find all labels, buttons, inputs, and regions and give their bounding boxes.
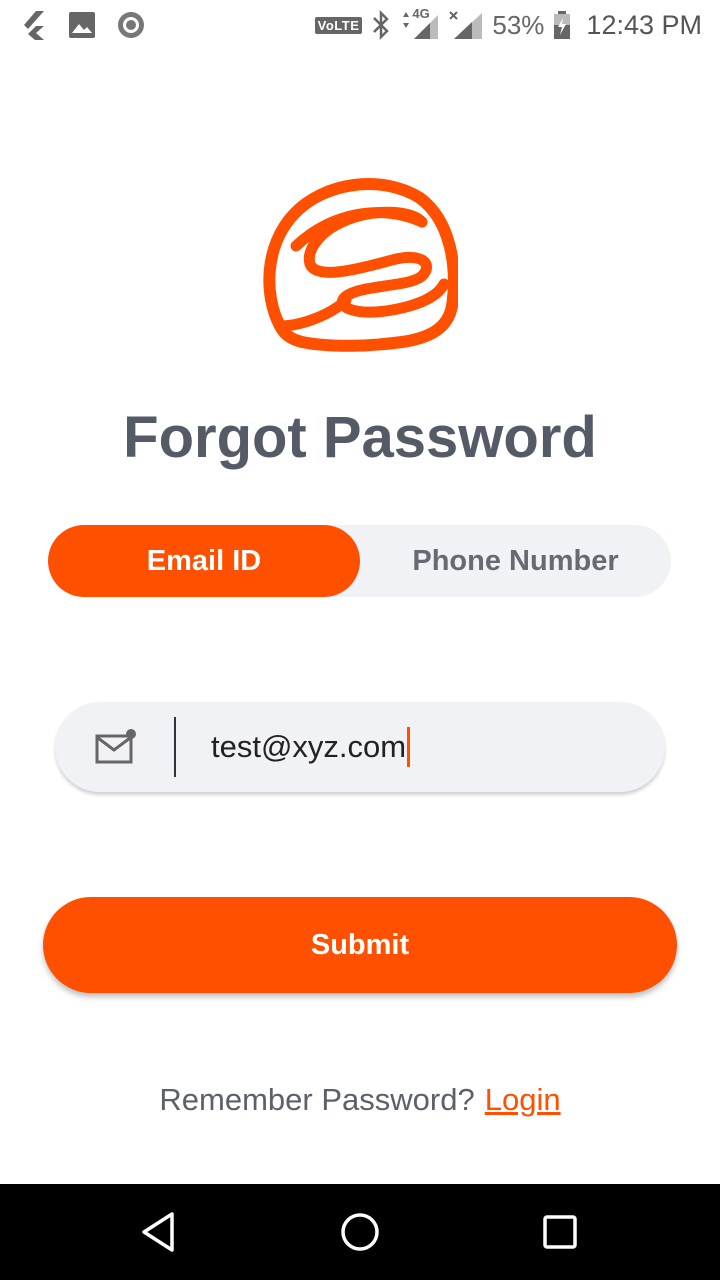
image-icon <box>69 12 95 38</box>
tab-email-id[interactable]: Email ID <box>48 525 360 597</box>
record-icon <box>118 12 144 38</box>
login-prompt: Remember Password? Login <box>0 1082 720 1118</box>
flutter-icon <box>24 11 44 40</box>
tab-phone-number[interactable]: Phone Number <box>360 525 671 597</box>
recents-icon[interactable] <box>538 1210 582 1254</box>
email-field[interactable]: test@xyz.com <box>55 702 665 792</box>
clock: 12:43 PM <box>586 9 702 40</box>
signal-icon-1 <box>403 12 439 39</box>
login-link[interactable]: Login <box>485 1082 561 1117</box>
status-bar: VoLTE 4G 53% 12:43 PM <box>0 0 720 50</box>
network-type: 4G <box>400 6 440 41</box>
reset-method-tabs: Email ID Phone Number <box>48 525 671 597</box>
mail-icon <box>95 729 136 764</box>
signal-icon-2 <box>449 11 483 39</box>
remember-password-text: Remember Password? <box>159 1082 475 1117</box>
battery-percent: 53% <box>492 9 545 40</box>
battery-icon <box>554 11 571 39</box>
volte-badge: VoLTE <box>314 16 363 34</box>
input-divider <box>174 717 176 777</box>
status-left-icons <box>20 8 146 42</box>
status-right-icons: VoLTE 4G 53% 12:43 PM <box>314 6 702 42</box>
bluetooth-icon <box>373 10 390 40</box>
email-input[interactable]: test@xyz.com <box>211 724 411 770</box>
back-icon[interactable] <box>138 1210 182 1254</box>
text-caret <box>407 727 411 767</box>
navigation-bar <box>0 1184 720 1280</box>
app-logo-icon <box>263 178 458 352</box>
page-title: Forgot Password <box>123 405 597 470</box>
forgot-password-screen: VoLTE 4G 53% 12:43 PM Forgot Password Em… <box>0 0 720 1280</box>
home-icon[interactable] <box>338 1210 382 1254</box>
submit-button[interactable]: Submit <box>43 897 677 993</box>
email-input-value: test@xyz.com <box>211 729 407 764</box>
